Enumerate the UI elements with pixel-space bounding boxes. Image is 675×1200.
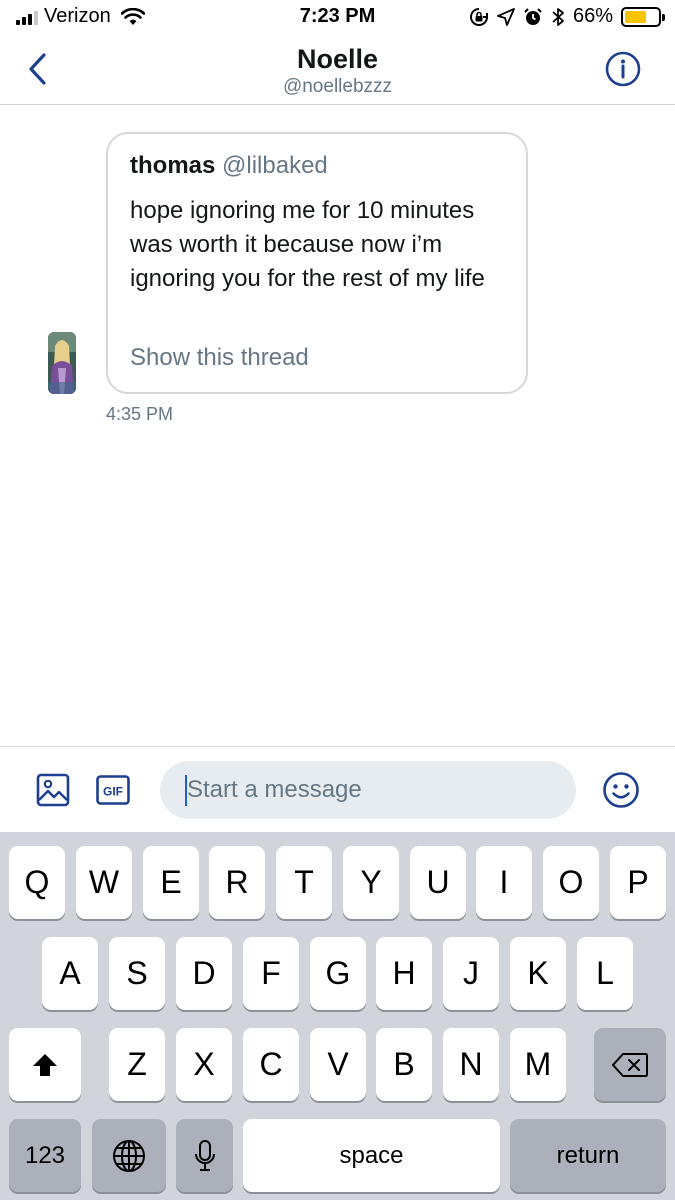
message-thread: thomas @lilbaked hope ignoring me for 10… [0,106,675,746]
key-r[interactable]: R [209,846,265,919]
gif-icon: GIF [96,775,130,805]
key-d[interactable]: D [176,937,232,1010]
key-o[interactable]: O [543,846,599,919]
alarm-icon [524,7,542,25]
key-l[interactable]: L [577,937,633,1010]
globe-key[interactable] [92,1119,166,1192]
conversation-header: Noelle @noellebzzz [0,36,675,105]
key-v[interactable]: V [310,1028,366,1101]
key-h[interactable]: H [376,937,432,1010]
return-key[interactable]: return [510,1119,666,1192]
location-icon [497,7,515,26]
key-b[interactable]: B [376,1028,432,1101]
delete-key[interactable] [594,1028,666,1101]
key-f[interactable]: F [243,937,299,1010]
globe-icon [113,1139,145,1172]
shift-icon [33,1053,57,1076]
space-key[interactable]: space [243,1119,500,1192]
conversation-title[interactable]: Noelle [0,44,675,75]
key-i[interactable]: I [476,846,532,919]
key-n[interactable]: N [443,1028,499,1101]
rotation-lock-icon [470,7,488,26]
status-bar: Verizon 7:23 PM 66% [0,0,675,36]
tweet-author-name: thomas [130,152,216,179]
message-timestamp: 4:35 PM [106,404,174,424]
info-icon[interactable] [605,51,641,87]
shared-tweet-card[interactable]: thomas @lilbaked hope ignoring me for 10… [106,132,528,394]
text-caret [185,775,187,806]
key-y[interactable]: Y [343,846,399,919]
key-u[interactable]: U [410,846,466,919]
key-s[interactable]: S [109,937,165,1010]
key-g[interactable]: G [310,937,366,1010]
conversation-handle: @noellebzzz [282,76,393,97]
key-t[interactable]: T [276,846,332,919]
battery-level [625,10,647,23]
tweet-author-handle: @lilbaked [222,152,328,179]
battery-percent: 66% [572,5,613,27]
battery-icon [621,6,665,27]
key-x[interactable]: X [176,1028,232,1101]
avatar-image [48,332,76,394]
keyboard: Q W E R T Y U I O P A S D F G H J K L Z … [0,832,675,1200]
microphone-icon [194,1139,215,1171]
gif-label: GIF [103,785,123,799]
emoji-icon[interactable] [602,771,640,809]
microphone-key[interactable] [176,1119,233,1192]
show-thread-link[interactable]: Show this thread [130,344,309,372]
key-p[interactable]: P [610,846,666,919]
key-q[interactable]: Q [9,846,65,919]
key-k[interactable]: K [510,937,566,1010]
gif-button[interactable]: GIF [96,775,130,805]
numbers-key[interactable]: 123 [9,1119,81,1192]
key-m[interactable]: M [510,1028,566,1101]
avatar[interactable] [48,332,76,394]
message-input[interactable] [160,761,576,819]
backspace-icon [612,1052,648,1077]
shift-key[interactable] [9,1028,81,1101]
status-right: 66% [469,5,665,28]
tweet-text: hope ignoring me for 10 minutes was wort… [130,197,485,292]
image-icon[interactable] [36,773,70,807]
key-j[interactable]: J [443,937,499,1010]
key-w[interactable]: W [76,846,132,919]
key-a[interactable]: A [42,937,98,1010]
key-e[interactable]: E [143,846,199,919]
key-c[interactable]: C [243,1028,299,1101]
tweet-author: thomas @lilbaked [130,152,328,180]
compose-bar: GIF [0,746,675,832]
key-z[interactable]: Z [109,1028,165,1101]
bluetooth-icon [552,7,564,26]
